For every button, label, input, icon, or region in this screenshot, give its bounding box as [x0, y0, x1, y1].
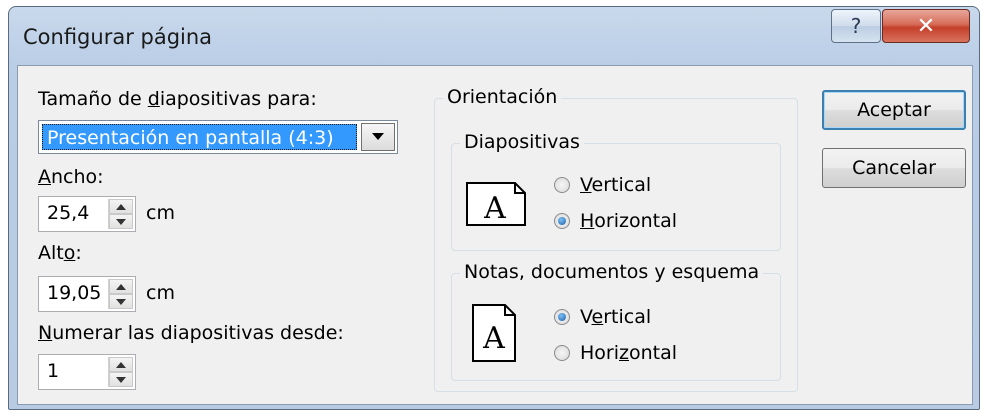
slides-group-title: Diapositivas — [460, 131, 584, 153]
notes-horizontal-radio-dot[interactable] — [554, 345, 570, 361]
height-down-button[interactable] — [109, 294, 133, 309]
numbering-up-button[interactable] — [109, 357, 133, 372]
dropdown-button[interactable] — [361, 123, 395, 151]
slide-size-dropdown[interactable]: Presentación en pantalla (4:3) — [38, 120, 398, 154]
slide-size-selected: Presentación en pantalla (4:3) — [42, 124, 357, 150]
arrow-down-icon — [116, 218, 126, 225]
ok-button[interactable]: Aceptar — [822, 90, 966, 130]
chevron-down-icon — [372, 133, 384, 140]
width-up-button[interactable] — [109, 199, 133, 214]
notes-orientation-group: Notas, documentos y esquema A Vertical H… — [451, 261, 781, 381]
slides-vertical-label: Vertical — [580, 174, 652, 196]
notes-vertical-label: Vertical — [580, 306, 652, 328]
help-button[interactable]: ? — [831, 9, 881, 43]
slides-horizontal-radio-dot[interactable] — [554, 213, 570, 229]
arrow-up-icon — [116, 203, 126, 210]
slide-size-label: Tamaño de diapositivas para: — [38, 88, 317, 110]
height-unit: cm — [146, 282, 175, 304]
width-label: Ancho: — [38, 166, 104, 188]
close-button[interactable]: ✕ — [882, 9, 970, 43]
numbering-spinbox[interactable]: 1 — [38, 354, 136, 390]
numbering-down-button[interactable] — [109, 372, 133, 387]
landscape-page-icon: A — [466, 182, 526, 226]
slides-icon-letter: A — [483, 191, 506, 226]
portrait-page-icon: A — [472, 304, 516, 362]
cancel-button[interactable]: Cancelar — [822, 148, 966, 188]
arrow-up-icon — [116, 361, 126, 368]
slides-horizontal-label: Horizontal — [580, 210, 678, 232]
height-spinbox[interactable]: 19,05 — [38, 276, 136, 312]
title-bar[interactable]: Configurar página ? ✕ — [9, 7, 979, 65]
notes-icon-letter: A — [482, 321, 505, 356]
arrow-down-icon — [116, 298, 126, 305]
notes-horizontal-label: Horizontal — [580, 342, 678, 364]
close-icon: ✕ — [916, 13, 936, 39]
slides-vertical-radio[interactable]: Vertical — [554, 174, 651, 196]
dialog-title: Configurar página — [23, 25, 213, 49]
height-up-button[interactable] — [109, 279, 133, 294]
height-value[interactable]: 19,05 — [47, 282, 101, 304]
notes-horizontal-radio[interactable]: Horizontal — [554, 342, 677, 364]
notes-group-title: Notas, documentos y esquema — [460, 261, 764, 283]
width-unit: cm — [146, 202, 175, 224]
arrow-down-icon — [116, 376, 126, 383]
height-label: Alto: — [38, 242, 82, 264]
slides-horizontal-radio[interactable]: Horizontal — [554, 210, 677, 232]
page-setup-dialog: Configurar página ? ✕ Tamaño de diaposit… — [8, 6, 980, 410]
dialog-body: Tamaño de diapositivas para: Presentació… — [17, 65, 973, 405]
numbering-label: Numerar las diapositivas desde: — [38, 322, 344, 344]
width-spinbox[interactable]: 25,4 — [38, 196, 136, 232]
orientation-group: Orientación Diapositivas A Vertical Hori… — [434, 86, 798, 392]
slides-vertical-radio-dot[interactable] — [554, 177, 570, 193]
notes-vertical-radio-dot[interactable] — [554, 309, 570, 325]
orientation-title: Orientación — [443, 86, 562, 108]
slides-orientation-group: Diapositivas A Vertical Horizontal — [451, 131, 781, 251]
numbering-value[interactable]: 1 — [47, 360, 59, 382]
width-value[interactable]: 25,4 — [47, 202, 89, 224]
help-icon: ? — [850, 14, 862, 38]
width-down-button[interactable] — [109, 214, 133, 229]
notes-vertical-radio[interactable]: Vertical — [554, 306, 651, 328]
arrow-up-icon — [116, 283, 126, 290]
